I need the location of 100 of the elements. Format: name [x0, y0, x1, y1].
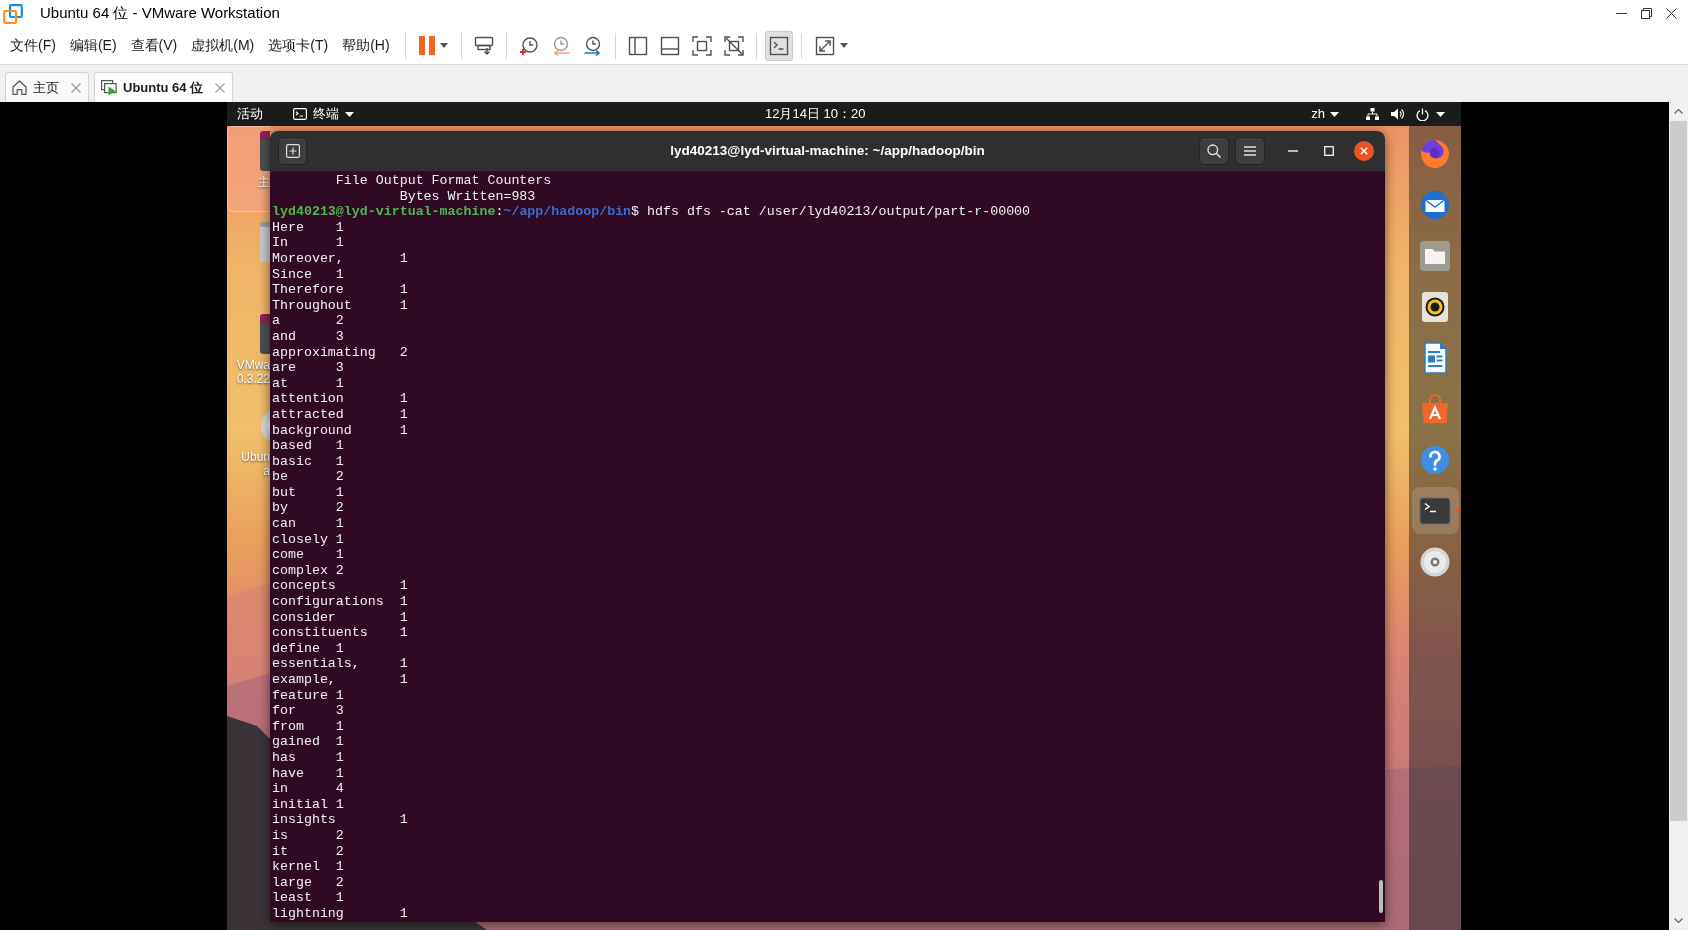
terminal-output-line: closely 1	[272, 531, 344, 548]
menu-item[interactable]: 文件(F)	[3, 32, 63, 59]
terminal-prompt-line: lyd40213@lyd-virtual-machine:~/app/hadoop/bin$ hdfs dfs -cat /user/lyd40213/output/part-r-00000	[272, 204, 1031, 220]
scrollbar-thumb[interactable]	[1670, 121, 1687, 821]
terminal-output-line: example, 1	[272, 672, 408, 688]
terminal-output-line: at 1	[272, 375, 344, 392]
terminal-icon	[293, 108, 307, 120]
terminal-output-line: configurations 1	[272, 594, 408, 610]
activities-button[interactable]: 活动	[237, 102, 263, 126]
terminal-output-line: is 2	[272, 827, 344, 844]
frame-corners-icon	[691, 35, 712, 56]
terminal-output-line: least 1	[272, 890, 344, 906]
speaker-icon	[1419, 290, 1451, 323]
terminal-output-line: initial 1	[272, 796, 344, 813]
close-icon	[1360, 147, 1368, 155]
caret-icon	[1436, 111, 1445, 117]
volume-icon	[1391, 108, 1404, 120]
diagonal-arrows-icon	[814, 35, 835, 56]
home-icon	[12, 80, 27, 95]
search-icon	[1207, 144, 1221, 158]
app-logo-icon	[3, 3, 23, 24]
menu-item[interactable]: 编辑(E)	[62, 32, 124, 59]
terminal-output-line: approximating 2	[272, 344, 408, 361]
vm-play-icon	[101, 79, 117, 96]
terminal-output-line: has 1	[272, 749, 344, 766]
terminal-output-line: attracted 1	[272, 406, 408, 423]
terminal-icon	[1419, 494, 1451, 527]
terminal-output-line: background 1	[272, 422, 408, 439]
new-tab-icon	[285, 144, 300, 158]
terminal-output-line: are 3	[272, 360, 344, 376]
app-menu-button[interactable]: 终端	[293, 102, 354, 126]
clock-button[interactable]: 12月14日 10：20	[765, 102, 866, 126]
terminal-output-line: and 3	[272, 328, 344, 345]
terminal-output-line: can 1	[272, 516, 344, 532]
terminal-output-line: feature 1	[272, 687, 344, 704]
terminal-output-line: Moreover, 1	[272, 250, 408, 267]
terminal-output-line: constituents 1	[272, 625, 408, 641]
help-icon	[1419, 443, 1451, 476]
caret-icon	[345, 111, 354, 117]
desktop-icon	[260, 222, 270, 262]
disc-icon	[1419, 545, 1451, 578]
menu-item[interactable]: 帮助(H)	[335, 32, 397, 59]
terminal-output-line: concepts 1	[272, 578, 408, 595]
menu-icon	[1244, 146, 1256, 156]
menu-item[interactable]: 选项卡(T)	[261, 32, 336, 59]
clock-plus-icon	[518, 35, 539, 56]
terminal-output-line: Therefore 1	[272, 282, 408, 298]
restore-icon	[1641, 8, 1652, 19]
terminal-output-line: a 2	[272, 313, 344, 329]
mail-icon	[1419, 188, 1451, 221]
minimize-icon	[1288, 150, 1298, 152]
terminal-output-line: Here 1	[272, 219, 344, 236]
terminal-output-line: lightning 1	[272, 905, 408, 922]
terminal-output-line: define 1	[272, 640, 344, 657]
terminal-title: lyd40213@lyd-virtual-machine: ~/app/hadoop/bin	[670, 141, 985, 160]
sidebar-layout-icon	[627, 35, 648, 56]
browser-globe-icon	[1419, 137, 1451, 170]
monitor-arrow-icon	[473, 35, 494, 56]
close-icon	[215, 82, 226, 93]
close-icon	[71, 82, 81, 93]
close-button[interactable]	[1354, 141, 1374, 161]
terminal-output-line: have 1	[272, 765, 344, 782]
tab[interactable]: 主页	[5, 72, 89, 102]
power-icon	[1416, 107, 1429, 121]
terminal-output-line: it 2	[272, 843, 344, 860]
pause-icon	[418, 36, 435, 55]
close-icon	[1666, 8, 1677, 19]
terminal-output-line: by 2	[272, 500, 344, 517]
input-method-button[interactable]: zh	[1311, 102, 1339, 126]
tab[interactable]: Ubuntu 64 位	[94, 72, 234, 102]
menu-item[interactable]: 虚拟机(M)	[184, 32, 262, 59]
bottom-panel-layout-icon	[659, 35, 680, 56]
menu-item[interactable]: 查看(V)	[123, 32, 185, 59]
terminal-output-line: but 1	[272, 484, 344, 501]
console-view-button[interactable]	[764, 30, 793, 61]
terminal-output-line: be 2	[272, 469, 344, 485]
terminal-output-line: File Output Format Counters	[334, 173, 552, 189]
new-tab-button[interactable]	[278, 137, 307, 165]
folder-icon	[1419, 239, 1451, 272]
maximize-icon	[1324, 146, 1334, 156]
terminal-output-line: In 1	[272, 235, 344, 251]
clock-arrow-icon	[582, 35, 603, 56]
search-button[interactable]	[1199, 137, 1229, 165]
crossed-window-icon	[723, 35, 744, 56]
caret-up-icon	[1674, 109, 1683, 114]
terminal-output-line: essentials, 1	[272, 656, 408, 672]
terminal-output-line: Since 1	[272, 266, 344, 283]
terminal-output-line: Bytes Written=983	[398, 188, 536, 205]
terminal-output-line: insights 1	[272, 812, 408, 828]
terminal-output-line: in 4	[272, 781, 344, 797]
terminal-output-line: attention 1	[272, 391, 408, 407]
terminal-output-line: basic 1	[272, 453, 344, 470]
scrollbar-thumb[interactable]	[1379, 880, 1383, 913]
caret-down-icon	[1674, 918, 1683, 923]
terminal-output-line: complex 2	[272, 562, 344, 579]
terminal-output-line: gained 1	[272, 734, 344, 750]
terminal-output-line: consider 1	[272, 609, 408, 626]
terminal-prompt-icon	[768, 35, 789, 56]
terminal-output-line: based 1	[272, 438, 344, 454]
menu-button[interactable]	[1235, 137, 1265, 165]
